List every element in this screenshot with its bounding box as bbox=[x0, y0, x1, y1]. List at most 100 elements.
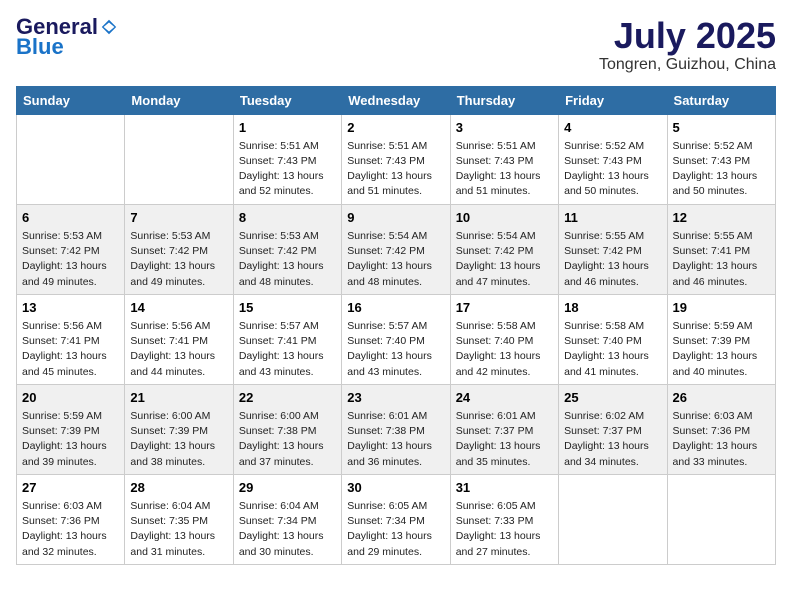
day-info: Sunrise: 5:55 AMSunset: 7:42 PMDaylight:… bbox=[564, 229, 661, 290]
calendar-cell: 4Sunrise: 5:52 AMSunset: 7:43 PMDaylight… bbox=[559, 114, 667, 204]
day-number: 16 bbox=[347, 299, 444, 317]
calendar-cell: 29Sunrise: 6:04 AMSunset: 7:34 PMDayligh… bbox=[233, 474, 341, 564]
day-info: Sunrise: 5:59 AMSunset: 7:39 PMDaylight:… bbox=[673, 319, 770, 380]
day-info: Sunrise: 6:01 AMSunset: 7:37 PMDaylight:… bbox=[456, 409, 553, 470]
day-info: Sunrise: 5:51 AMSunset: 7:43 PMDaylight:… bbox=[347, 139, 444, 200]
day-number: 26 bbox=[673, 389, 770, 407]
day-number: 11 bbox=[564, 209, 661, 227]
calendar-cell: 26 Sunrise: 6:03 AMSunset: 7:36 PMDayligh… bbox=[667, 384, 775, 474]
day-info: Sunrise: 6:04 AMSunset: 7:35 PMDaylight:… bbox=[130, 499, 227, 560]
day-number: 29 bbox=[239, 479, 336, 497]
logo-blue: Blue bbox=[16, 36, 64, 58]
weekday-header: Friday bbox=[559, 86, 667, 114]
calendar-cell bbox=[667, 474, 775, 564]
calendar-cell: 15 Sunrise: 5:57 AMSunset: 7:41 PMDayligh… bbox=[233, 294, 341, 384]
page-header: General Blue July 2025 Tongren, Guizhou,… bbox=[16, 16, 776, 74]
day-info: Sunrise: 6:02 AMSunset: 7:37 PMDaylight:… bbox=[564, 409, 661, 470]
calendar-cell bbox=[559, 474, 667, 564]
calendar-cell: 14 Sunrise: 5:56 AMSunset: 7:41 PMDayligh… bbox=[125, 294, 233, 384]
calendar-cell: 11 Sunrise: 5:55 AMSunset: 7:42 PMDayligh… bbox=[559, 204, 667, 294]
day-number: 18 bbox=[564, 299, 661, 317]
month-year: July 2025 bbox=[599, 16, 776, 56]
weekday-header: Tuesday bbox=[233, 86, 341, 114]
calendar-cell: 12 Sunrise: 5:55 AMSunset: 7:41 PMDayligh… bbox=[667, 204, 775, 294]
calendar-week-row: 13Sunrise: 5:56 AMSunset: 7:41 PMDayligh… bbox=[17, 294, 776, 384]
calendar-cell: 24 Sunrise: 6:01 AMSunset: 7:37 PMDayligh… bbox=[450, 384, 558, 474]
day-info: Sunrise: 6:01 AMSunset: 7:38 PMDaylight:… bbox=[347, 409, 444, 470]
day-number: 21 bbox=[130, 389, 227, 407]
day-info: Sunrise: 5:55 AMSunset: 7:41 PMDaylight:… bbox=[673, 229, 770, 290]
day-number: 14 bbox=[130, 299, 227, 317]
day-number: 27 bbox=[22, 479, 119, 497]
calendar-week-row: 6 Sunrise: 5:53 AMSunset: 7:42 PMDaylight… bbox=[17, 204, 776, 294]
day-info: Sunrise: 6:05 AMSunset: 7:33 PMDaylight:… bbox=[456, 499, 553, 560]
weekday-header: Saturday bbox=[667, 86, 775, 114]
day-number: 17 bbox=[456, 299, 553, 317]
day-info: Sunrise: 6:05 AMSunset: 7:34 PMDaylight:… bbox=[347, 499, 444, 560]
day-info: Sunrise: 5:54 AMSunset: 7:42 PMDaylight:… bbox=[456, 229, 553, 290]
day-number: 28 bbox=[130, 479, 227, 497]
day-info: Sunrise: 5:56 AMSunset: 7:41 PMDaylight:… bbox=[22, 319, 119, 380]
weekday-header: Monday bbox=[125, 86, 233, 114]
day-number: 20 bbox=[22, 389, 119, 407]
calendar-cell bbox=[17, 114, 125, 204]
day-info: Sunrise: 5:56 AMSunset: 7:41 PMDaylight:… bbox=[130, 319, 227, 380]
day-number: 12 bbox=[673, 209, 770, 227]
calendar-cell: 30 Sunrise: 6:05 AMSunset: 7:34 PMDayligh… bbox=[342, 474, 450, 564]
day-number: 7 bbox=[130, 209, 227, 227]
calendar-week-row: 27 Sunrise: 6:03 AMSunset: 7:36 PMDayligh… bbox=[17, 474, 776, 564]
day-number: 9 bbox=[347, 209, 444, 227]
day-info: Sunrise: 5:53 AMSunset: 7:42 PMDaylight:… bbox=[22, 229, 119, 290]
location: Tongren, Guizhou, China bbox=[599, 56, 776, 74]
calendar-cell: 6 Sunrise: 5:53 AMSunset: 7:42 PMDaylight… bbox=[17, 204, 125, 294]
calendar-cell: 5 Sunrise: 5:52 AMSunset: 7:43 PMDaylight… bbox=[667, 114, 775, 204]
day-number: 1 bbox=[239, 119, 336, 137]
day-number: 10 bbox=[456, 209, 553, 227]
calendar-cell: 18 Sunrise: 5:58 AMSunset: 7:40 PMDayligh… bbox=[559, 294, 667, 384]
day-info: Sunrise: 5:52 AMSunset: 7:43 PMDaylight:… bbox=[564, 139, 661, 200]
day-info: Sunrise: 5:52 AMSunset: 7:43 PMDaylight:… bbox=[673, 139, 770, 200]
day-number: 3 bbox=[456, 119, 553, 137]
day-info: Sunrise: 5:51 AMSunset: 7:43 PMDaylight:… bbox=[239, 139, 336, 200]
day-number: 15 bbox=[239, 299, 336, 317]
calendar-cell: 16 Sunrise: 5:57 AMSunset: 7:40 PMDayligh… bbox=[342, 294, 450, 384]
calendar-table: SundayMondayTuesdayWednesdayThursdayFrid… bbox=[16, 86, 776, 565]
day-info: Sunrise: 5:53 AMSunset: 7:42 PMDaylight:… bbox=[130, 229, 227, 290]
day-number: 8 bbox=[239, 209, 336, 227]
calendar-cell: 21Sunrise: 6:00 AMSunset: 7:39 PMDayligh… bbox=[125, 384, 233, 474]
calendar-cell: 17 Sunrise: 5:58 AMSunset: 7:40 PMDayligh… bbox=[450, 294, 558, 384]
calendar-cell: 9 Sunrise: 5:54 AMSunset: 7:42 PMDaylight… bbox=[342, 204, 450, 294]
day-info: Sunrise: 6:00 AMSunset: 7:38 PMDaylight:… bbox=[239, 409, 336, 470]
month-title: July 2025 Tongren, Guizhou, China bbox=[599, 16, 776, 74]
day-number: 25 bbox=[564, 389, 661, 407]
day-info: Sunrise: 6:03 AMSunset: 7:36 PMDaylight:… bbox=[22, 499, 119, 560]
calendar-cell: 7 Sunrise: 5:53 AMSunset: 7:42 PMDaylight… bbox=[125, 204, 233, 294]
day-info: Sunrise: 5:51 AMSunset: 7:43 PMDaylight:… bbox=[456, 139, 553, 200]
day-info: Sunrise: 5:54 AMSunset: 7:42 PMDaylight:… bbox=[347, 229, 444, 290]
weekday-header: Thursday bbox=[450, 86, 558, 114]
day-info: Sunrise: 5:58 AMSunset: 7:40 PMDaylight:… bbox=[456, 319, 553, 380]
logo-icon bbox=[100, 18, 118, 36]
day-info: Sunrise: 5:58 AMSunset: 7:40 PMDaylight:… bbox=[564, 319, 661, 380]
logo: General Blue bbox=[16, 16, 118, 58]
calendar-cell: 25 Sunrise: 6:02 AMSunset: 7:37 PMDayligh… bbox=[559, 384, 667, 474]
day-number: 30 bbox=[347, 479, 444, 497]
calendar-cell: 8Sunrise: 5:53 AMSunset: 7:42 PMDaylight… bbox=[233, 204, 341, 294]
day-number: 23 bbox=[347, 389, 444, 407]
day-number: 31 bbox=[456, 479, 553, 497]
day-number: 6 bbox=[22, 209, 119, 227]
day-number: 5 bbox=[673, 119, 770, 137]
day-info: Sunrise: 6:03 AMSunset: 7:36 PMDaylight:… bbox=[673, 409, 770, 470]
calendar-cell bbox=[125, 114, 233, 204]
calendar-cell: 23 Sunrise: 6:01 AMSunset: 7:38 PMDayligh… bbox=[342, 384, 450, 474]
calendar-cell: 19Sunrise: 5:59 AMSunset: 7:39 PMDayligh… bbox=[667, 294, 775, 384]
weekday-header: Wednesday bbox=[342, 86, 450, 114]
calendar-cell: 31 Sunrise: 6:05 AMSunset: 7:33 PMDayligh… bbox=[450, 474, 558, 564]
day-info: Sunrise: 5:57 AMSunset: 7:40 PMDaylight:… bbox=[347, 319, 444, 380]
day-info: Sunrise: 5:59 AMSunset: 7:39 PMDaylight:… bbox=[22, 409, 119, 470]
calendar-cell: 13Sunrise: 5:56 AMSunset: 7:41 PMDayligh… bbox=[17, 294, 125, 384]
day-number: 24 bbox=[456, 389, 553, 407]
day-info: Sunrise: 5:57 AMSunset: 7:41 PMDaylight:… bbox=[239, 319, 336, 380]
weekday-header-row: SundayMondayTuesdayWednesdayThursdayFrid… bbox=[17, 86, 776, 114]
calendar-cell: 22Sunrise: 6:00 AMSunset: 7:38 PMDayligh… bbox=[233, 384, 341, 474]
